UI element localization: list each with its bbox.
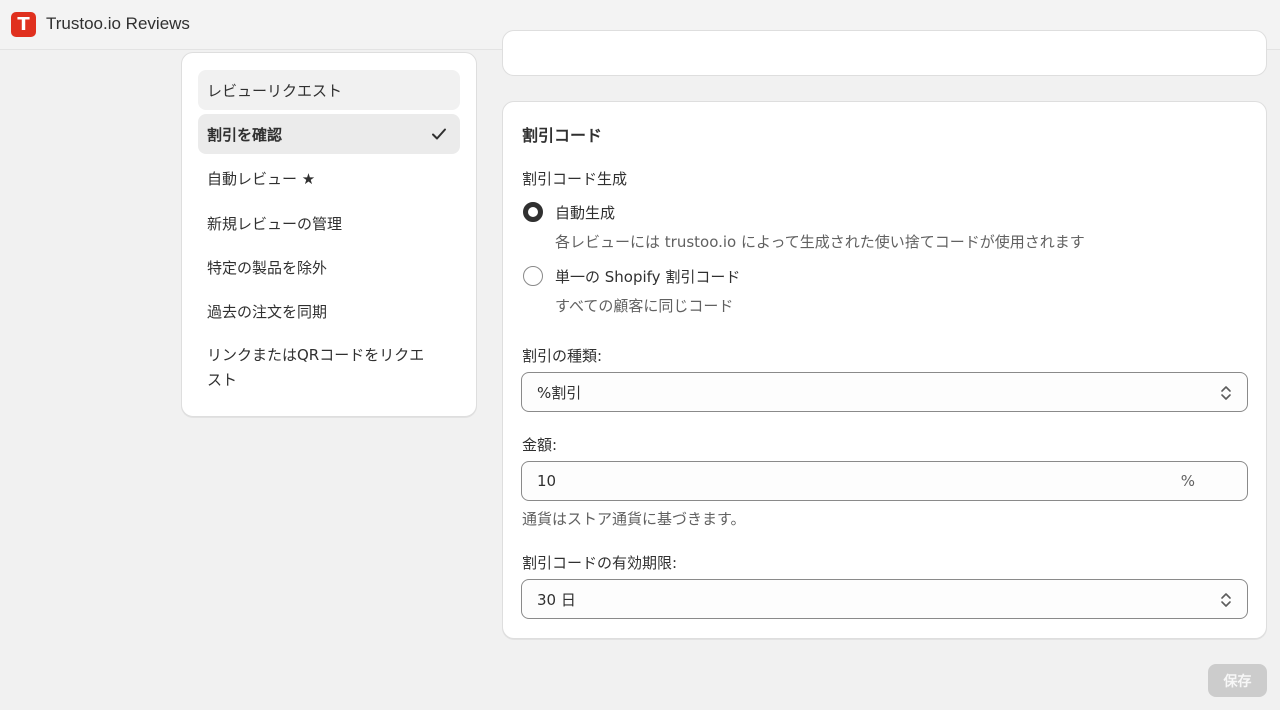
card-title: 割引コード (522, 126, 603, 145)
sidebar-item-label-line1: リンクまたはQRコードをリクエ (207, 346, 425, 364)
expiry-label: 割引コードの有効期限: (522, 554, 678, 572)
sidebar-item-label: レビューリクエスト (207, 81, 343, 100)
currency-helper-text: 通貨はストア通貨に基づきます。 (522, 510, 746, 528)
select-chevrons-icon (1221, 593, 1231, 607)
sidebar-item-discount[interactable]: 割引を確認 (198, 114, 460, 154)
auto-generate-label[interactable]: 自動生成 (555, 202, 615, 223)
auto-generate-radio[interactable] (523, 202, 543, 222)
expiry-value: 30 日 (537, 590, 576, 609)
sidebar-item-review-request[interactable]: レビューリクエスト (198, 70, 460, 110)
single-shopify-code-label[interactable]: 単一の Shopify 割引コード (555, 266, 740, 287)
sidebar-item-label: 過去の注文を同期 (207, 302, 328, 321)
single-shopify-code-radio[interactable] (523, 266, 543, 286)
select-chevrons-icon (1221, 386, 1231, 400)
sidebar-item-label: 特定の製品を除外 (207, 258, 328, 277)
discount-code-card: 割引コード 割引コード生成 自動生成 各レビューには trustoo.io によ… (502, 101, 1267, 639)
settings-sidebar: レビューリクエスト 割引を確認 自動レビュー ★ 新規レビューの管理 特定の製品… (181, 52, 477, 417)
discount-type-value: %割引 (537, 383, 582, 402)
save-button[interactable]: 保存 (1208, 664, 1267, 697)
sidebar-item-label: リンクまたはQRコードをリクエ スト (207, 343, 424, 393)
app-title: Trustoo.io Reviews (46, 14, 190, 33)
sidebar-item-link-qr-request[interactable]: リンクまたはQRコードをリクエ スト (198, 343, 460, 397)
previous-settings-card (502, 30, 1267, 76)
sidebar-item-exclude-products[interactable]: 特定の製品を除外 (198, 247, 460, 287)
checkmark-icon (432, 128, 446, 140)
discount-type-select[interactable]: %割引 (521, 372, 1248, 412)
auto-generate-description: 各レビューには trustoo.io によって生成された使い捨てコードが使用され… (555, 233, 1085, 251)
expiry-select[interactable]: 30 日 (521, 579, 1248, 619)
sidebar-item-auto-review[interactable]: 自動レビュー ★ (198, 158, 460, 198)
sidebar-item-new-review-management[interactable]: 新規レビューの管理 (198, 203, 460, 243)
sidebar-item-label: 新規レビューの管理 (207, 214, 343, 233)
amount-suffix: % (1180, 472, 1195, 490)
generation-label: 割引コード生成 (522, 170, 628, 188)
amount-label: 金額: (522, 436, 558, 454)
sidebar-item-sync-past-orders[interactable]: 過去の注文を同期 (198, 291, 460, 331)
single-shopify-code-description: すべての顧客に同じコード (555, 297, 734, 315)
sidebar-item-label: 自動レビュー ★ (207, 169, 316, 188)
sidebar-item-label-line2: スト (207, 371, 238, 389)
amount-input[interactable]: 10 % (521, 461, 1248, 501)
amount-value: 10 (537, 472, 557, 490)
logo-letter: T (17, 14, 30, 35)
discount-type-label: 割引の種類: (522, 347, 603, 365)
trustoo-logo-icon: T (11, 12, 36, 37)
sidebar-item-label: 割引を確認 (207, 125, 283, 144)
